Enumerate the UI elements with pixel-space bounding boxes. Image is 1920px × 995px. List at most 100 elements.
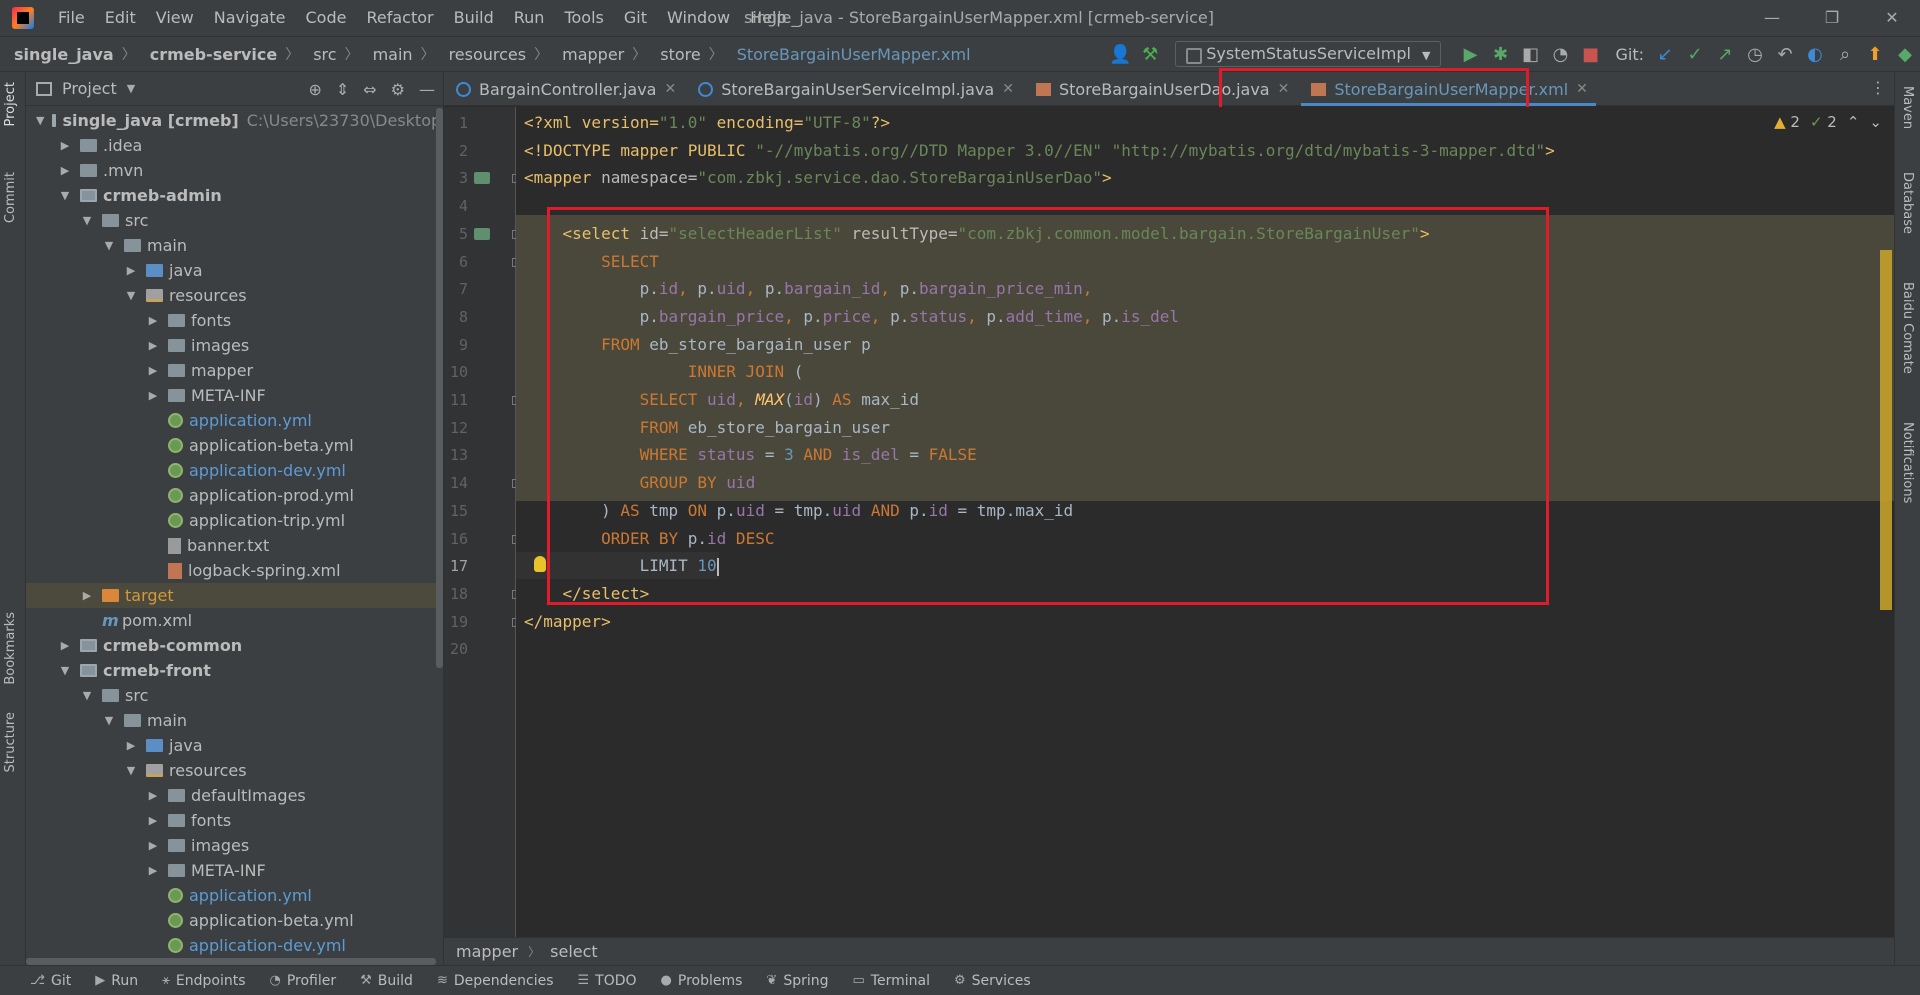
chevron-down-icon[interactable]: ▼ — [80, 689, 94, 702]
tool-window-services[interactable]: ⚙ Services — [954, 973, 1031, 989]
debug-icon[interactable]: ✱ — [1485, 44, 1515, 65]
run-icon[interactable]: ▶ — [1455, 44, 1485, 65]
menu-view[interactable]: View — [146, 0, 204, 36]
breadcrumb-item[interactable]: StoreBargainUserMapper.xml — [723, 45, 971, 64]
menu-git[interactable]: Git — [614, 0, 657, 36]
code-line[interactable]: <?xml version="1.0" encoding="UTF-8"?> — [516, 109, 890, 136]
tab-options-icon[interactable]: ⋮ — [1870, 78, 1886, 97]
tool-window-spring[interactable]: ❦ Spring — [766, 973, 828, 989]
chevron-down-icon[interactable]: ⌄ — [1869, 113, 1882, 131]
tree-item[interactable]: ▼ main — [26, 233, 443, 258]
history-icon[interactable]: ◷ — [1740, 44, 1770, 65]
editor-crumb-mapper[interactable]: mapper — [456, 942, 518, 961]
tree-item[interactable]: application-beta.yml — [26, 908, 443, 933]
profile-icon[interactable]: ◔ — [1545, 44, 1575, 65]
tree-item[interactable]: ▼ src — [26, 208, 443, 233]
project-scrollbar-horizontal[interactable] — [26, 958, 436, 965]
tree-item[interactable]: ▶ crmeb-common — [26, 633, 443, 658]
tool-window-build[interactable]: ⚒ Build — [360, 973, 413, 989]
breadcrumb-item[interactable]: mapper — [548, 45, 624, 64]
code-line[interactable]: SELECT uid, MAX(id) AS max_id — [516, 386, 919, 413]
tree-item[interactable]: ▼ resources — [26, 283, 443, 308]
chevron-right-icon[interactable]: ▶ — [146, 839, 160, 852]
tree-item[interactable]: ▶ META-INF — [26, 383, 443, 408]
tree-item[interactable]: ▼ crmeb-front — [26, 658, 443, 683]
notifications-tool-tab[interactable]: Notifications — [1900, 422, 1915, 503]
run-configuration-select[interactable]: SystemStatusServiceImpl ▼ — [1175, 41, 1442, 67]
tree-item[interactable]: ▶ images — [26, 333, 443, 358]
structure-tool-tab[interactable]: Structure — [3, 712, 18, 772]
tree-item[interactable]: ▶ target — [26, 583, 443, 608]
tree-item[interactable]: application-dev.yml — [26, 933, 443, 958]
close-tab-icon[interactable]: ✕ — [1002, 81, 1014, 97]
editor-tab[interactable]: StoreBargainUserDao.java ✕ — [1024, 72, 1299, 106]
breadcrumb-item[interactable]: crmeb-service — [136, 45, 278, 64]
code-line[interactable]: INNER JOIN ( — [516, 358, 804, 385]
tree-item[interactable]: ▶ java — [26, 258, 443, 283]
tool-window-problems[interactable]: ● Problems — [661, 973, 743, 989]
code-line[interactable] — [516, 192, 524, 219]
tool-window-endpoints[interactable]: ⚹ Endpoints — [162, 973, 245, 989]
code-line[interactable]: <mapper namespace="com.zbkj.service.dao.… — [516, 164, 1112, 191]
code-line[interactable]: WHERE status = 3 AND is_del = FALSE — [516, 441, 977, 468]
code-line[interactable]: </select> — [516, 580, 650, 607]
tool-window-profiler[interactable]: ◔ Profiler — [270, 973, 337, 989]
chevron-up-icon[interactable]: ⌃ — [1847, 113, 1860, 131]
editor-tab[interactable]: StoreBargainUserServiceImpl.java ✕ — [686, 72, 1024, 106]
plugin-icon[interactable]: ◆ — [1890, 44, 1920, 65]
project-tool-tab[interactable]: Project — [3, 82, 18, 126]
coverage-icon[interactable]: ◧ — [1515, 44, 1545, 65]
mapper-gutter-icon[interactable] — [474, 227, 490, 240]
chevron-right-icon[interactable]: ▶ — [58, 164, 72, 177]
breadcrumb-item[interactable]: single_java — [0, 45, 114, 64]
tool-window-dependencies[interactable]: ≋ Dependencies — [437, 973, 554, 989]
tree-item[interactable]: banner.txt — [26, 533, 443, 558]
code-line[interactable]: <select id="selectHeaderList" resultType… — [516, 220, 1430, 247]
chevron-right-icon[interactable]: ▶ — [146, 814, 160, 827]
chevron-right-icon[interactable]: ▶ — [58, 639, 72, 652]
code-line[interactable]: ORDER BY p.id DESC — [516, 525, 774, 552]
chevron-down-icon[interactable]: ▼ — [58, 664, 72, 677]
chevron-down-icon[interactable]: ▼ — [127, 82, 135, 95]
tree-item[interactable]: m pom.xml — [26, 608, 443, 633]
bookmarks-tool-tab[interactable]: Bookmarks — [3, 612, 18, 685]
commit-tool-tab[interactable]: Commit — [3, 172, 18, 223]
tree-item[interactable]: application-trip.yml — [26, 508, 443, 533]
tool-window-run[interactable]: ▶ Run — [95, 973, 138, 989]
tree-item[interactable]: ▶ fonts — [26, 308, 443, 333]
tree-item[interactable]: ▶ images — [26, 833, 443, 858]
git-push-icon[interactable]: ↗ — [1710, 44, 1740, 65]
git-commit-icon[interactable]: ✓ — [1680, 44, 1710, 65]
error-stripe-marker[interactable] — [1880, 250, 1892, 610]
tree-item[interactable]: ▶ java — [26, 733, 443, 758]
tree-item[interactable]: application.yml — [26, 408, 443, 433]
breadcrumb-item[interactable]: main — [359, 45, 413, 64]
close-tab-icon[interactable]: ✕ — [1278, 81, 1290, 97]
chevron-right-icon[interactable]: ▶ — [146, 314, 160, 327]
breadcrumb-item[interactable]: store — [646, 45, 700, 64]
code-line[interactable]: <!DOCTYPE mapper PUBLIC "-//mybatis.org/… — [516, 137, 1555, 164]
build-hammer-icon[interactable]: ⚒ — [1135, 44, 1165, 65]
menu-file[interactable]: File — [48, 0, 95, 36]
locate-file-icon[interactable]: ⊕ — [308, 80, 321, 99]
user-icon[interactable]: 👤 — [1105, 44, 1135, 65]
chevron-down-icon[interactable]: ▼ — [124, 289, 138, 302]
baidu-comate-tool-tab[interactable]: Baidu Comate — [1900, 282, 1915, 374]
comate-icon[interactable]: ◐ — [1800, 44, 1830, 65]
chevron-right-icon[interactable]: ▶ — [146, 339, 160, 352]
tree-item[interactable]: ▼ src — [26, 683, 443, 708]
intellij-logo-icon[interactable] — [12, 7, 34, 29]
restore-button[interactable]: ❐ — [1804, 0, 1860, 36]
tree-item[interactable]: ▼ resources — [26, 758, 443, 783]
code-line[interactable]: SELECT — [516, 248, 659, 275]
maven-tool-tab[interactable]: Maven — [1900, 86, 1915, 129]
code-line[interactable]: FROM eb_store_bargain_user p — [516, 331, 871, 358]
database-tool-tab[interactable]: Database — [1900, 172, 1915, 234]
search-icon[interactable]: ⌕ — [1830, 44, 1860, 65]
chevron-down-icon[interactable]: ▼ — [80, 214, 94, 227]
chevron-right-icon[interactable]: ▶ — [124, 264, 138, 277]
tree-item[interactable]: application-beta.yml — [26, 433, 443, 458]
stop-icon[interactable]: ■ — [1575, 44, 1605, 65]
code-line[interactable]: p.bargain_price, p.price, p.status, p.ad… — [516, 303, 1179, 330]
project-panel-title[interactable]: Project — [62, 79, 117, 98]
